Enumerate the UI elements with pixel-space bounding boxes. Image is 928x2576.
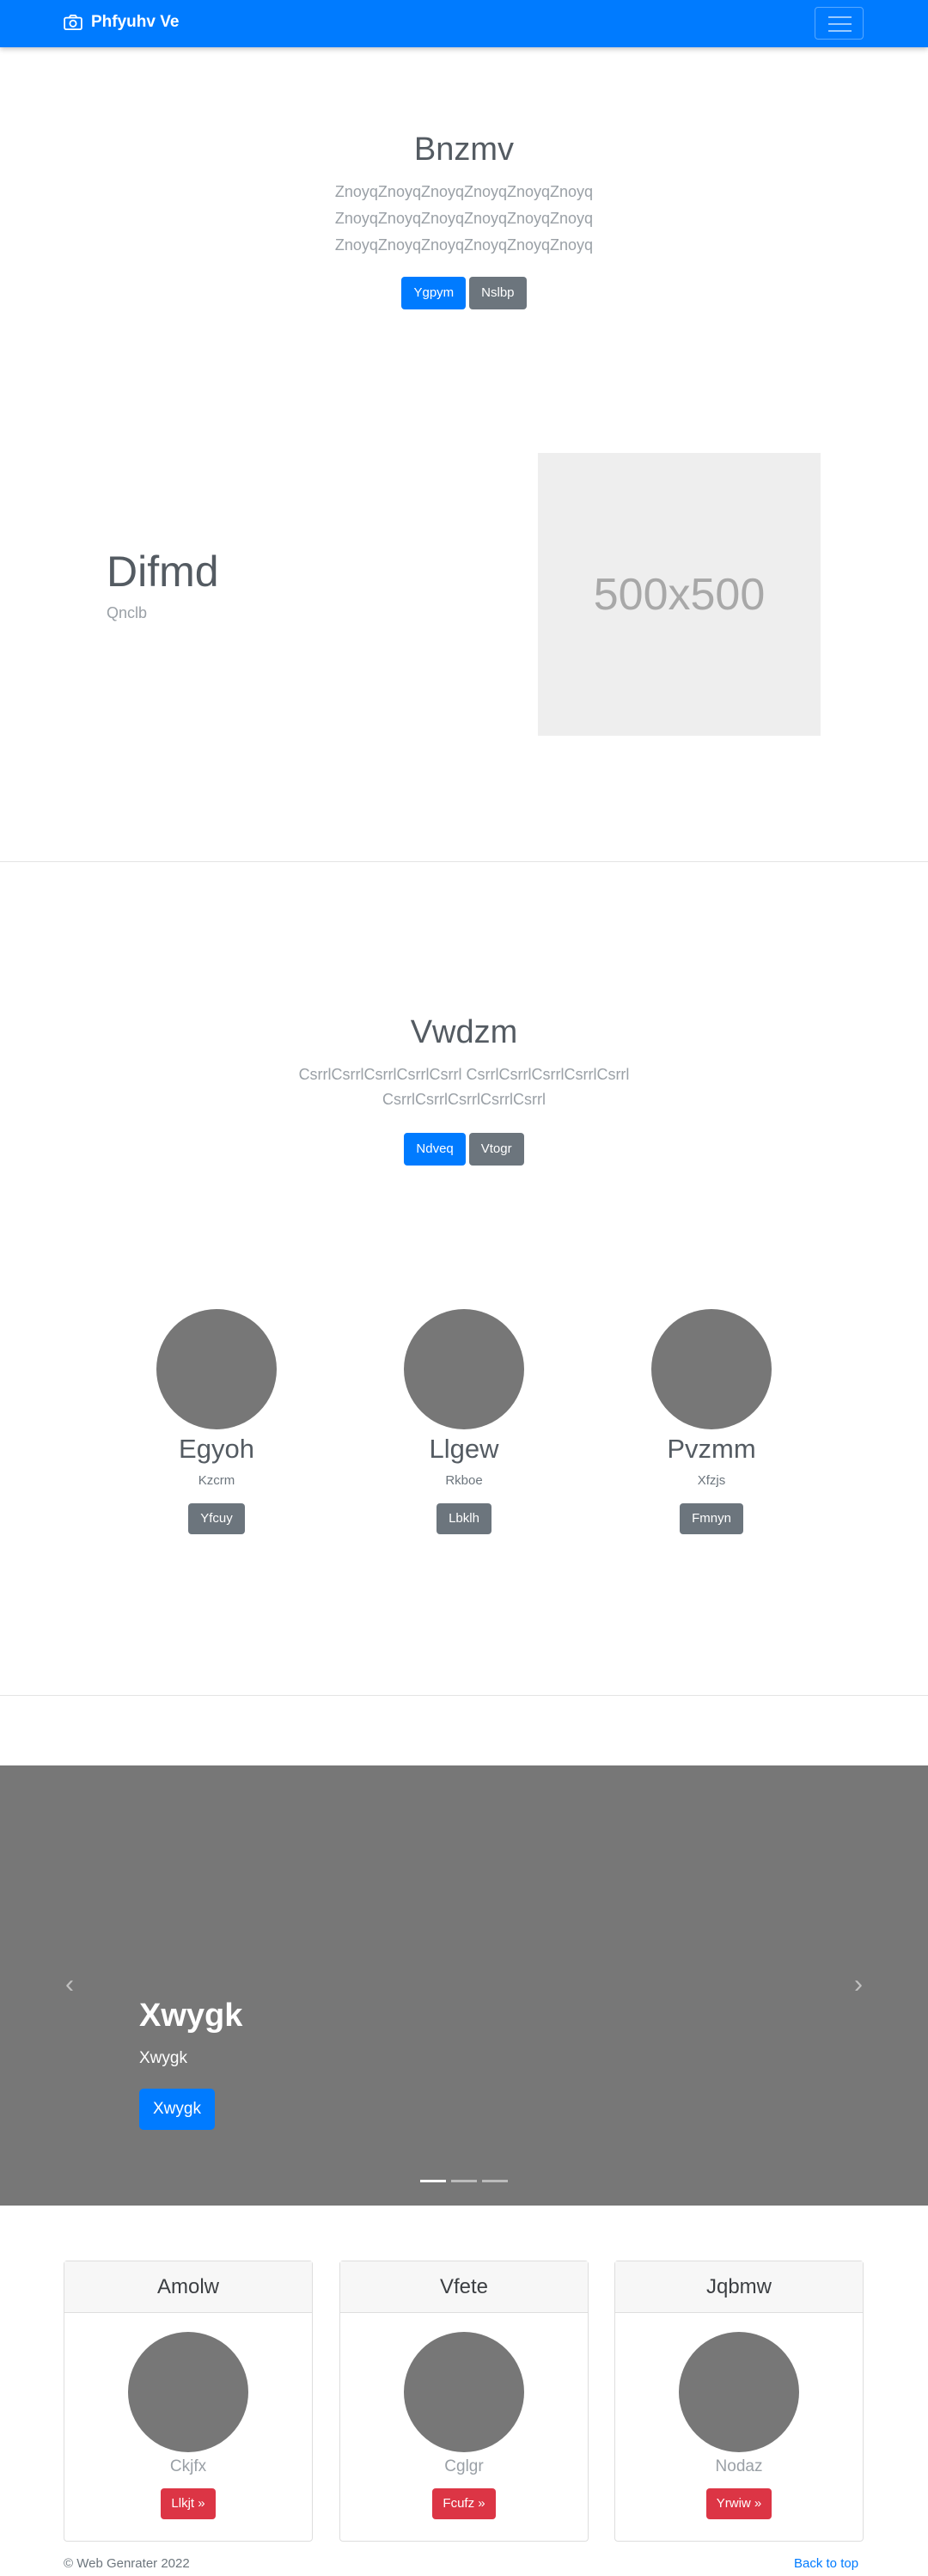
card-caption: Ckjfx [169,2457,207,2475]
divider [0,861,928,862]
hero1-lead: ZnoyqZnoyqZnoyqZnoyqZnoyqZnoyq ZnoyqZnoy… [0,179,928,259]
card-header: Jqbmw [615,2261,863,2313]
avatar [156,1309,277,1429]
carousel-caption-text: Xwygk [139,2049,187,2067]
carousel-indicator[interactable] [420,2180,446,2182]
card-header: Vfete [340,2261,588,2313]
carousel-indicator[interactable] [451,2180,477,2182]
avatar [128,2332,248,2452]
carousel-indicator[interactable] [482,2180,508,2182]
hero2-primary-button[interactable]: Ndveq [404,1133,466,1166]
footer-copyright: © Web Genrater 2022 [64,2556,190,2571]
hero2-lead: CsrrlCsrrlCsrrlCsrrlCsrrl CsrrlCsrrlCsrr… [0,1062,928,1112]
hero2-lead-line: CsrrlCsrrlCsrrlCsrrlCsrrl [382,1091,546,1108]
camera-icon [64,15,82,30]
team-member: Llgew Rkboe Lbklh [365,1309,563,1534]
hamburger-menu-icon [828,16,852,18]
navbar-toggler[interactable] [815,7,864,40]
hero1-secondary-button[interactable]: Nslbp [469,277,527,309]
hero2-lead-line: CsrrlCsrrlCsrrlCsrrlCsrrl CsrrlCsrrlCsrr… [298,1066,630,1083]
member-button[interactable]: Fmnyn [680,1503,743,1534]
team-member: Pvzmm Xfzjs Fmnyn [613,1309,810,1534]
carousel-caption-title: Xwygk [139,1998,243,2034]
hero2-title: Vwdzm [410,1014,518,1050]
member-role: Kzcrm [198,1473,235,1488]
card-header: Amolw [64,2261,312,2313]
hero1-lead-line: ZnoyqZnoyqZnoyqZnoyqZnoyqZnoyq [334,236,594,254]
divider [0,1695,928,1696]
card: Jqbmw Nodaz Yrwiw » [614,2261,864,2542]
hamburger-line [828,30,852,32]
carousel-indicators [0,2180,928,2182]
member-name: Egyoh [179,1434,254,1464]
navbar: Phfyuhv Ve [0,0,928,47]
card-button[interactable]: Yrwiw » [705,2488,772,2519]
feature-title: Difmd [107,548,219,596]
card-button[interactable]: Fcufz » [432,2488,496,2519]
hero2-buttons: Ndveq Vtogr [0,1133,928,1166]
hero1-primary-button[interactable]: Ygpym [401,277,467,309]
chevron-right-icon[interactable]: › [846,1972,871,1998]
avatar [679,2332,799,2452]
carousel-button[interactable]: Xwygk [139,2089,215,2130]
card: Vfete Cglgr Fcufz » [339,2261,589,2542]
member-name: Pvzmm [667,1434,756,1464]
feature-image-placeholder: 500x500 [538,453,821,736]
carousel: ‹ › Xwygk Xwygk Xwygk [0,1765,928,2206]
avatar [404,2332,524,2452]
card-button[interactable]: Llkjt » [161,2488,216,2519]
avatar [651,1309,772,1429]
chevron-left-icon[interactable]: ‹ [57,1972,82,1998]
hero1-lead-line: ZnoyqZnoyqZnoyqZnoyqZnoyqZnoyq [334,210,594,227]
card-caption: Cglgr [444,2457,484,2475]
member-role: Xfzjs [697,1473,726,1488]
team-member: Egyoh Kzcrm Yfcuy [118,1309,315,1534]
brand-name: Phfyuhv Ve [91,13,180,31]
member-name: Llgew [429,1434,499,1464]
feature-subtitle: Qnclb [107,604,148,621]
navbar-brand[interactable]: Phfyuhv Ve [64,13,179,32]
card: Amolw Ckjfx Llkjt » [64,2261,313,2542]
member-button[interactable]: Lbklh [437,1503,491,1534]
hamburger-line [828,23,852,25]
member-role: Rkboe [445,1473,483,1488]
placeholder-text: 500x500 [593,569,766,620]
hero1-lead-line: ZnoyqZnoyqZnoyqZnoyqZnoyqZnoyq [334,183,594,200]
hero1-title: Bnzmv [413,132,515,168]
hero1-buttons: Ygpym Nslbp [0,277,928,309]
back-to-top-link[interactable]: Back to top [794,2556,858,2571]
hero2-secondary-button[interactable]: Vtogr [468,1133,524,1166]
card-caption: Nodaz [715,2457,763,2475]
member-button[interactable]: Yfcuy [188,1503,245,1534]
avatar [404,1309,524,1429]
